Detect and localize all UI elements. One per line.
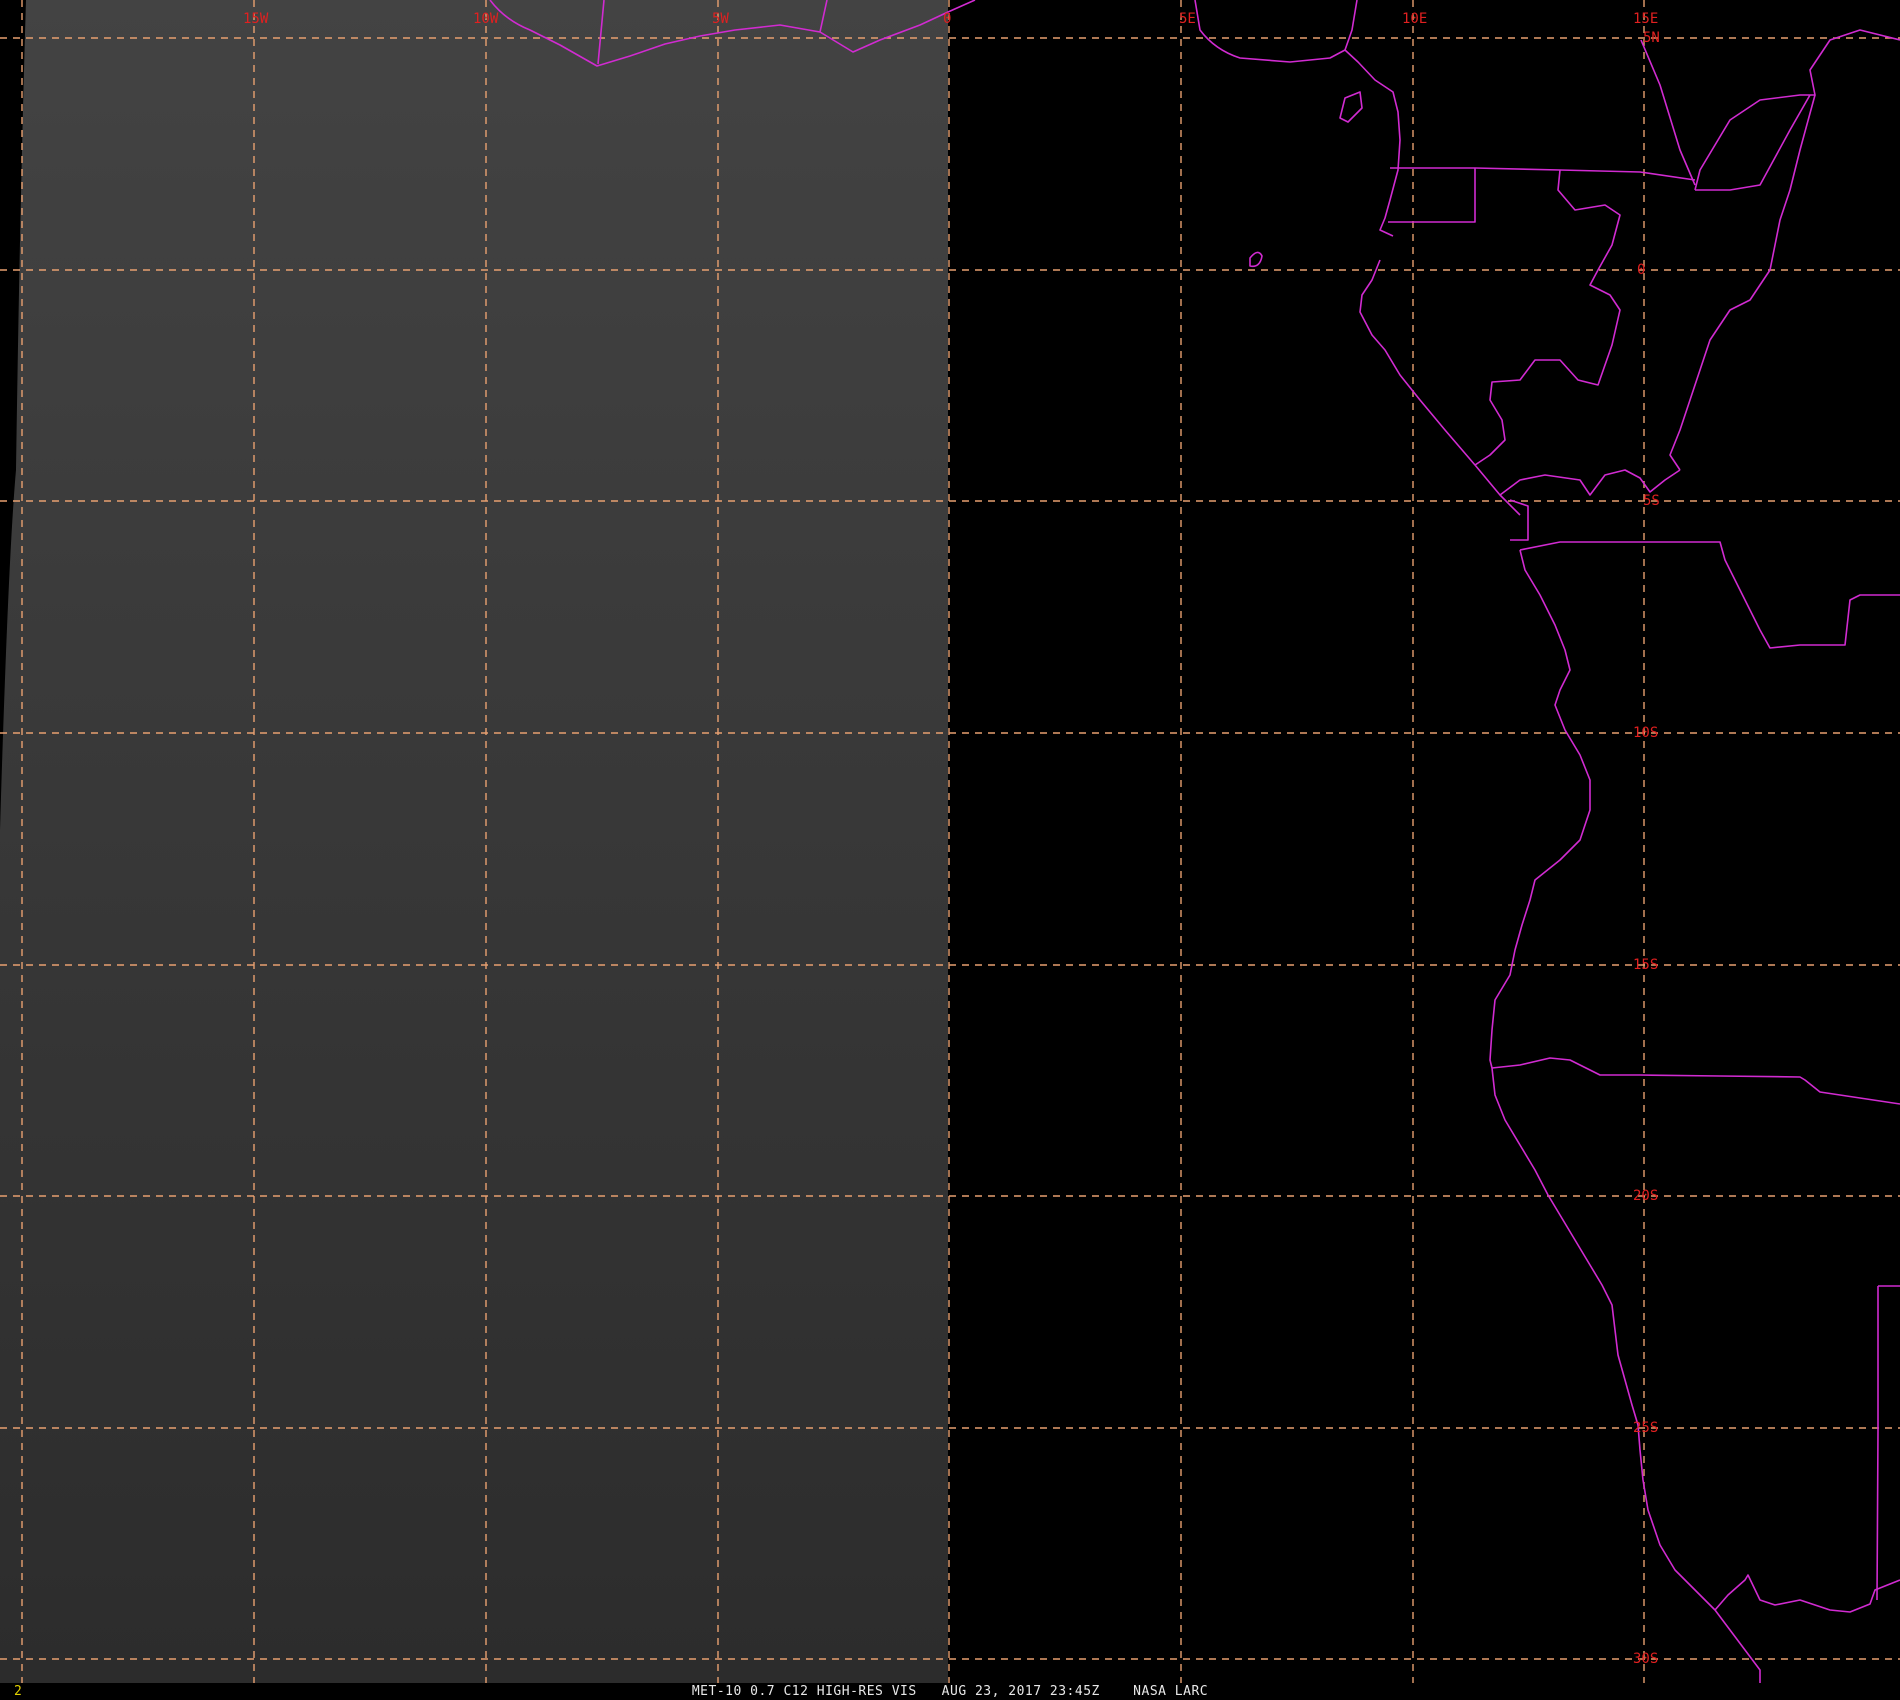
- lon-label-0: 0: [943, 11, 951, 27]
- lon-label-5e: 5E: [1179, 11, 1196, 27]
- day-side-region: [0, 0, 948, 1683]
- satellite-caption: MET-10 0.7 C12 HIGH-RES VIS AUG 23, 2017…: [691, 1684, 1209, 1699]
- lon-label-5w: 5W: [712, 11, 729, 27]
- lat-label-10s: 10S: [1633, 725, 1658, 741]
- lat-label-5s: 5S: [1643, 493, 1660, 509]
- image-caption-bar: 2 MET-10 0.7 C12 HIGH-RES VIS AUG 23, 20…: [0, 1683, 1900, 1700]
- lat-label-30s: 30S: [1633, 1651, 1658, 1667]
- lon-label-15w: 15W: [243, 11, 269, 27]
- lat-label-20s: 20S: [1633, 1188, 1658, 1204]
- lat-label-0: 0: [1637, 262, 1645, 278]
- lon-label-10e: 10E: [1402, 11, 1427, 27]
- lon-label-15e: 15E: [1633, 11, 1658, 27]
- satellite-map: 15W 10W 5W 0 5E 10E 15E 5N 0 5S 10S 15S …: [0, 0, 1900, 1700]
- lat-label-15s: 15S: [1633, 957, 1658, 973]
- lon-label-10w: 10W: [473, 11, 499, 27]
- lat-label-25s: 25S: [1633, 1420, 1658, 1436]
- lat-label-5n: 5N: [1643, 30, 1660, 46]
